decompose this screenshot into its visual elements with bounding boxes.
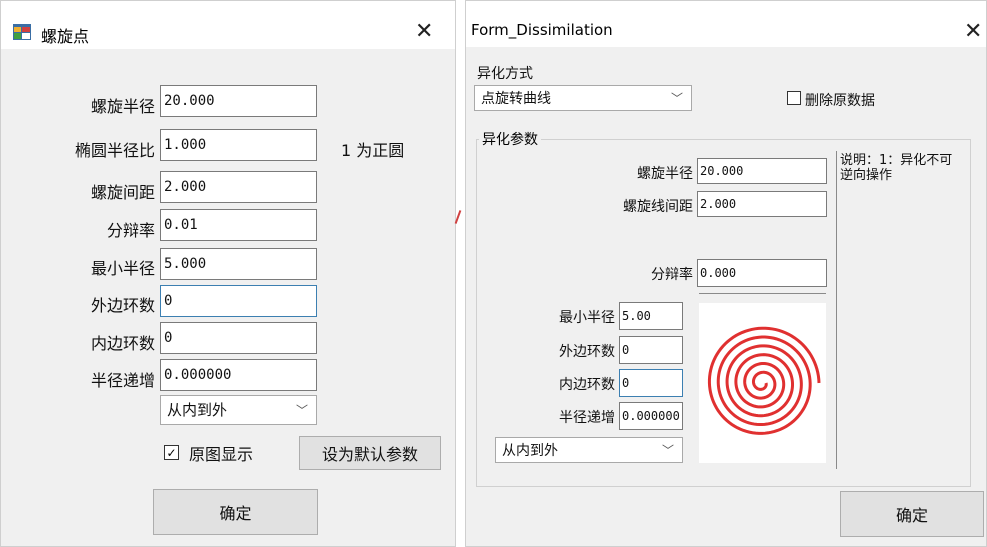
circle-ratio-note: 1 为正圆 xyxy=(341,141,405,160)
radius-increment-label: 半径递增 xyxy=(90,371,155,390)
parameters-group-label: 异化参数 xyxy=(479,129,541,149)
direction-dropdown[interactable]: 从内到外 ﹀ xyxy=(160,395,317,425)
preview-top-border xyxy=(699,293,826,294)
inner-rings-input[interactable] xyxy=(160,322,317,354)
close-icon[interactable]: ✕ xyxy=(415,21,433,43)
radius-increment-input[interactable] xyxy=(619,402,683,430)
direction-value: 从内到外 xyxy=(167,401,228,419)
inner-rings-label: 内边环数 xyxy=(559,377,615,393)
close-icon[interactable]: ✕ xyxy=(964,21,982,43)
chevron-down-icon: ﹀ xyxy=(670,91,683,106)
background-gap xyxy=(456,0,465,547)
left-ok-button[interactable]: 确定 xyxy=(153,489,318,535)
right-dialog-title: Form_Dissimilation xyxy=(471,21,613,39)
chevron-down-icon: ﹀ xyxy=(295,403,308,418)
spiral-point-dialog: 螺旋点 ✕ 螺旋半径 椭圆半径比 1 为正圆 螺旋间距 分辩率 最小半径 外边环… xyxy=(0,0,456,547)
spiral-spacing-label: 螺旋线间距 xyxy=(623,199,693,215)
outer-rings-input[interactable] xyxy=(619,336,683,364)
show-original-label: 原图显示 xyxy=(189,445,254,464)
min-radius-label: 最小半径 xyxy=(559,310,615,326)
direction-dropdown[interactable]: 从内到外 ﹀ xyxy=(495,437,683,463)
inner-rings-input[interactable] xyxy=(619,369,683,397)
min-radius-input[interactable] xyxy=(619,302,683,330)
resolution-label: 分辩率 xyxy=(651,267,693,283)
spiral-preview xyxy=(699,303,826,463)
outer-rings-label: 外边环数 xyxy=(90,296,155,315)
resolution-input[interactable] xyxy=(160,209,317,241)
spiral-radius-input[interactable] xyxy=(697,158,827,184)
left-dialog-title: 螺旋点 xyxy=(41,27,90,46)
mode-dropdown[interactable]: 点旋转曲线 ﹀ xyxy=(474,85,692,111)
right-ok-button[interactable]: 确定 xyxy=(840,491,984,537)
note-panel: 说明：1：异化不可逆向操作 xyxy=(837,151,963,469)
app-window-icon xyxy=(13,24,31,40)
min-radius-input[interactable] xyxy=(160,248,317,280)
outer-rings-input[interactable] xyxy=(160,285,317,317)
show-original-checkbox[interactable]: ✓ xyxy=(164,445,179,460)
mode-value: 点旋转曲线 xyxy=(481,91,551,107)
chevron-down-icon: ﹀ xyxy=(661,443,674,458)
direction-value: 从内到外 xyxy=(502,443,558,459)
resolution-label: 分辩率 xyxy=(106,221,155,240)
spiral-spacing-input[interactable] xyxy=(160,171,317,203)
ellipse-ratio-label: 椭圆半径比 xyxy=(74,141,155,160)
checkmark-icon: ✓ xyxy=(166,445,177,460)
spiral-curve xyxy=(707,326,821,435)
outer-rings-label: 外边环数 xyxy=(559,344,615,360)
inner-rings-label: 内边环数 xyxy=(90,334,155,353)
delete-original-checkbox[interactable] xyxy=(787,91,801,105)
spiral-spacing-input[interactable] xyxy=(697,191,827,217)
spiral-spacing-label: 螺旋间距 xyxy=(90,183,155,202)
spiral-preview-graphic xyxy=(707,326,821,435)
resolution-input[interactable] xyxy=(697,259,827,287)
dissimilation-dialog: Form_Dissimilation ✕ 异化方式 点旋转曲线 ﹀ 删除原数据 … xyxy=(465,0,987,547)
mode-label: 异化方式 xyxy=(477,66,533,82)
set-default-button[interactable]: 设为默认参数 xyxy=(299,436,441,470)
delete-original-label: 删除原数据 xyxy=(805,93,875,109)
radius-increment-input[interactable] xyxy=(160,359,317,391)
radius-increment-label: 半径递增 xyxy=(559,410,615,426)
spiral-radius-input[interactable] xyxy=(160,85,317,117)
spiral-radius-label: 螺旋半径 xyxy=(90,97,155,116)
spiral-radius-label: 螺旋半径 xyxy=(637,166,693,182)
ellipse-ratio-input[interactable] xyxy=(160,129,317,161)
note-text: 说明：1：异化不可逆向操作 xyxy=(840,153,953,183)
min-radius-label: 最小半径 xyxy=(90,259,155,278)
